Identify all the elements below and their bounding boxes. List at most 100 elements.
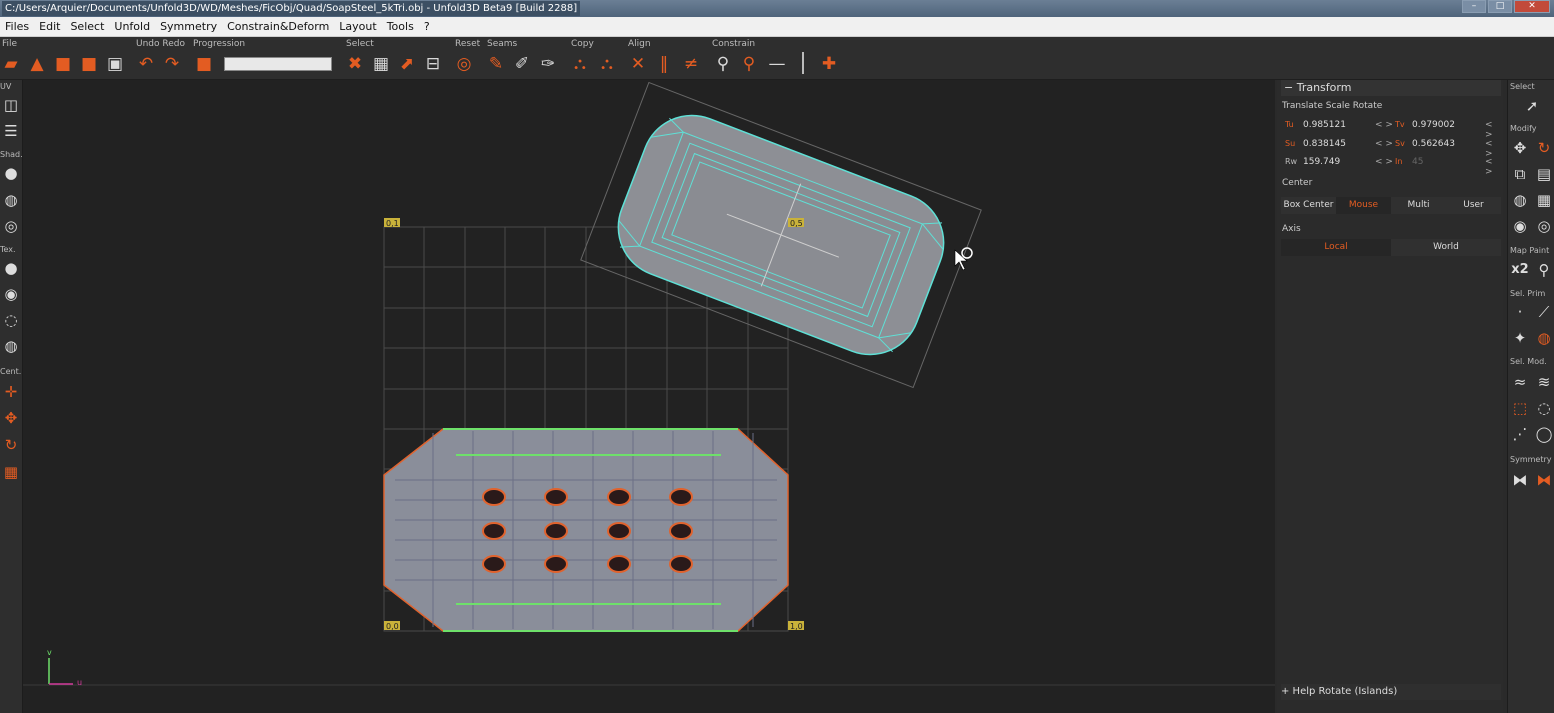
collapse-icon[interactable]: − — [1284, 81, 1293, 94]
checker-sphere-icon[interactable]: ◉ — [1, 284, 21, 304]
rw-field[interactable]: 159.749 — [1303, 157, 1340, 167]
center-pivot-icon[interactable]: ✛ — [1, 382, 21, 402]
menu-files[interactable]: Files — [0, 17, 34, 36]
group-label-seams: Seams — [487, 39, 518, 49]
constrain-line-icon[interactable]: — — [766, 53, 788, 75]
menu-edit[interactable]: Edit — [34, 17, 65, 36]
uv-viewport[interactable]: 0,1 0,0 1,0 0,5 v u — [23, 80, 1275, 713]
uv-list-icon[interactable]: ☰ — [1, 121, 21, 141]
unpin-icon[interactable]: ⚲ — [738, 53, 760, 75]
redo-icon[interactable]: ↷ — [161, 53, 183, 75]
axis-world-button[interactable]: World — [1391, 239, 1501, 256]
sphere-icon[interactable]: ◍ — [1510, 190, 1530, 210]
edge-select-icon[interactable]: ⟋ — [1534, 302, 1554, 322]
center-selection-icon[interactable]: ✥ — [1, 408, 21, 428]
snapshot-icon[interactable]: ▣ — [104, 53, 126, 75]
group-label-undo-redo: Undo Redo — [136, 39, 185, 49]
rw-stepper[interactable]: < > — [1375, 157, 1393, 167]
save-as-icon[interactable]: ■ — [78, 53, 100, 75]
island-select-icon[interactable]: ◍ — [1534, 328, 1554, 348]
shaded-sphere-icon[interactable]: ● — [1, 163, 21, 183]
load-mesh-icon[interactable]: ▲ — [26, 53, 48, 75]
align-horizontal-icon[interactable]: ≠ — [680, 53, 702, 75]
su-label: Su — [1285, 139, 1296, 148]
symmetry-icon[interactable]: ⧓ — [1510, 470, 1530, 490]
box-select-icon[interactable]: ⬚ — [1510, 398, 1530, 418]
tu-stepper[interactable]: < > — [1375, 120, 1393, 130]
cut-seam-icon[interactable]: ✎ — [485, 53, 507, 75]
scale-icon[interactable]: ⧉ — [1510, 164, 1530, 184]
center-user-button[interactable]: User — [1446, 197, 1501, 214]
menu-constrain-deform[interactable]: Constrain&Deform — [222, 17, 334, 36]
relax-icon[interactable]: ◎ — [1534, 216, 1554, 236]
in-field[interactable]: 45 — [1412, 157, 1423, 167]
menu-symmetry[interactable]: Symmetry — [155, 17, 222, 36]
center-mouse-button[interactable]: Mouse — [1336, 197, 1391, 214]
transform-panel-header[interactable]: − Transform — [1281, 80, 1501, 96]
stop-icon[interactable]: ■ — [193, 53, 215, 75]
uv-canvas[interactable]: 0,1 0,0 1,0 0,5 v u — [23, 80, 1275, 713]
rotate-icon[interactable]: ↻ — [1534, 138, 1554, 158]
menu-layout[interactable]: Layout — [334, 17, 381, 36]
magnet-icon[interactable]: ◉ — [1510, 216, 1530, 236]
tv-field[interactable]: 0.979002 — [1412, 120, 1455, 130]
select-arrow-icon[interactable]: ➚ — [1522, 96, 1542, 116]
minimize-button[interactable]: – — [1462, 0, 1486, 13]
reset-icon[interactable]: ◎ — [453, 53, 475, 75]
uv-sphere-icon[interactable]: ◍ — [1, 336, 21, 356]
select-all-icon[interactable]: ▦ — [370, 53, 392, 75]
numbered-sphere-icon[interactable]: ◌ — [1, 310, 21, 330]
center-multi-button[interactable]: Multi — [1391, 197, 1446, 214]
rotate-center-icon[interactable]: ↻ — [1, 435, 21, 455]
corner-label-bottom-left: 0,0 — [386, 622, 399, 631]
maximize-button[interactable]: □ — [1488, 0, 1512, 13]
x2-button[interactable]: x2 — [1510, 260, 1530, 280]
loop-select-icon[interactable]: ≈ — [1510, 372, 1530, 392]
circle-select-icon[interactable]: ◯ — [1534, 424, 1554, 444]
copy-icon[interactable]: ⛬ — [569, 53, 591, 75]
axis-local-button[interactable]: Local — [1281, 239, 1391, 256]
paint-select-icon[interactable]: ⋰ — [1510, 424, 1530, 444]
face-select-icon[interactable]: ✦ — [1510, 328, 1530, 348]
label-uv: UV — [0, 82, 12, 91]
paint-pin-icon[interactable]: ⚲ — [1534, 260, 1554, 280]
wire-sphere-icon[interactable]: ◍ — [1, 190, 21, 210]
sv-field[interactable]: 0.562643 — [1412, 139, 1455, 149]
texture-sphere-icon[interactable]: ● — [1, 258, 21, 278]
deform-icon[interactable]: ▤ — [1534, 164, 1554, 184]
undo-icon[interactable]: ↶ — [135, 53, 157, 75]
help-rotate-islands[interactable]: + Help Rotate (Islands) — [1281, 684, 1501, 700]
su-stepper[interactable]: < > — [1375, 139, 1393, 149]
grid-center-icon[interactable]: ▦ — [1, 462, 21, 482]
grid-sphere-icon[interactable]: ◎ — [1, 216, 21, 236]
translate-icon[interactable]: ✥ — [1510, 138, 1530, 158]
select-island-icon[interactable]: ⊟ — [422, 53, 444, 75]
in-stepper[interactable]: < > — [1485, 157, 1501, 177]
grid-icon[interactable]: ▦ — [1534, 190, 1554, 210]
su-field[interactable]: 0.838145 — [1303, 139, 1346, 149]
align-vertical-icon[interactable]: ‖ — [653, 53, 675, 75]
align-diagonal-icon[interactable]: ✕ — [627, 53, 649, 75]
move-tool-icon[interactable]: ✚ — [818, 53, 840, 75]
deselect-icon[interactable]: ✖ — [344, 53, 366, 75]
pin-icon[interactable]: ⚲ — [712, 53, 734, 75]
close-button[interactable]: ✕ — [1514, 0, 1550, 13]
weld-seam-icon[interactable]: ✐ — [511, 53, 533, 75]
ring-select-icon[interactable]: ≋ — [1534, 372, 1554, 392]
save-icon[interactable]: ■ — [52, 53, 74, 75]
uv-split-view-icon[interactable]: ◫ — [1, 95, 21, 115]
menu-tools[interactable]: Tools — [382, 17, 419, 36]
su-sv-row: Su 0.838145 < > Sv 0.562643 < > — [1281, 135, 1501, 159]
lasso-select-icon[interactable]: ◌ — [1534, 398, 1554, 418]
tu-field[interactable]: 0.985121 — [1303, 120, 1346, 130]
open-file-icon[interactable]: ▰ — [0, 53, 22, 75]
select-path-icon[interactable]: ⬈ — [396, 53, 418, 75]
menu-unfold[interactable]: Unfold — [109, 17, 155, 36]
center-box-center-button[interactable]: Box Center — [1281, 197, 1336, 214]
menu-select[interactable]: Select — [65, 17, 109, 36]
paste-icon[interactable]: ⛬ — [596, 53, 618, 75]
auto-seam-icon[interactable]: ✑ — [537, 53, 559, 75]
symmetry-add-icon[interactable]: ⧓ — [1534, 470, 1554, 490]
menu-help[interactable]: ? — [419, 17, 435, 36]
vertex-select-icon[interactable]: · — [1510, 302, 1530, 322]
